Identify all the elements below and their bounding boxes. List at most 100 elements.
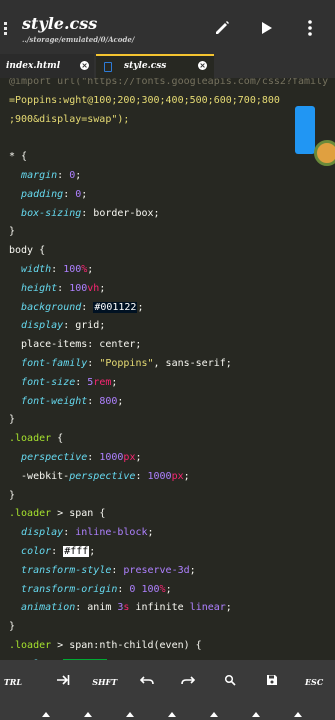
code-line[interactable]: body { [9,241,45,260]
menu-icon[interactable] [4,22,12,36]
code-token: .loader [9,640,52,651]
code-line[interactable]: margin: 0; [9,166,81,185]
code-line[interactable]: font-weight: 800; [9,392,123,411]
code-token: #fff [63,546,90,557]
code-token: transform-origin [21,583,118,595]
code-token: width [21,264,52,275]
code-line[interactable]: box-sizing: border-box; [9,204,160,223]
code-token: { [51,433,64,445]
esc-key-button[interactable]: ESC [293,674,335,690]
search-button[interactable] [209,674,251,690]
close-icon[interactable]: ✕ [198,61,207,70]
chevron-up-icon [168,712,176,717]
code-line[interactable]: =Poppins:wght@100;200;300;400;500;600;70… [9,91,280,110]
code-line[interactable]: @import url("https://fonts.googleapis.co… [9,78,328,91]
code-token: : [51,264,64,275]
code-line[interactable]: } [9,486,15,505]
code-line[interactable]: height: 100vh; [9,279,105,298]
code-token: preserve-3d [123,564,190,576]
code-line[interactable]: display: inline-block; [9,523,154,542]
code-line[interactable]: transform-origin: 0 100%; [9,580,172,599]
code-line[interactable]: width: 100%; [9,260,93,279]
code-token: 100 [63,264,82,275]
code-token: : anim [75,602,118,614]
scrollbar-thumb[interactable] [295,106,315,154]
code-token: : [135,470,148,482]
code-line[interactable]: place-items: center; [9,335,141,354]
code-token: ; [99,282,106,294]
code-line[interactable]: color: #fff; [9,542,95,561]
code-token: : [87,452,100,463]
code-token: ; [111,376,118,388]
code-token: transform-style [21,564,112,576]
code-line[interactable]: -webkit-perspective: 1000px; [9,467,190,486]
code-line[interactable]: background: #001122; [9,298,144,317]
code-line[interactable]: } [9,410,15,429]
code-line[interactable]: } [9,617,15,636]
code-token: .loader [9,508,52,520]
code-token: =Poppins:wght@100;200;300;400;500;600;70… [9,94,280,106]
play-icon[interactable] [256,18,276,38]
save-button[interactable] [251,674,293,690]
chevron-up-icon [210,712,218,717]
code-line[interactable]: display: grid; [9,316,105,335]
code-editor[interactable]: @import url("https://fonts.googleapis.co… [0,78,335,660]
code-token: ; [225,602,232,614]
code-token: animation [21,602,76,614]
tab-style-css[interactable]: style.css ✕ [96,54,214,78]
file-path: ../storage/emulated/0/Acode/ [22,35,135,44]
code-token: * { [9,151,28,163]
file-title: style.css [22,14,98,33]
code-token: : [57,170,70,181]
code-token: ; [147,527,154,539]
code-token: #001122 [93,301,138,313]
code-token: 100 [69,282,88,294]
code-line[interactable]: .loader > span:nth-child(even) { [9,636,202,655]
code-line[interactable]: perspective: 1000px; [9,448,141,467]
chevron-up-icon [42,712,50,717]
code-line[interactable]: font-size: 5rem; [9,373,117,392]
redo-button[interactable] [168,674,210,690]
undo-button[interactable] [126,674,168,690]
more-vertical-icon[interactable] [300,18,320,38]
code-token: ; [117,395,124,407]
code-line[interactable]: .loader > span { [9,504,105,523]
tab-index-html[interactable]: index.html ✕ [0,54,94,78]
code-line[interactable]: ;900&display=swap"); [9,110,129,129]
code-token: margin [21,170,58,181]
redo-icon [168,674,210,686]
chevron-up-icon [126,712,134,717]
code-token: vh [87,282,100,294]
code-token: } [9,226,16,238]
code-line[interactable]: } [9,222,15,241]
code-token: ; [189,564,196,576]
code-token: px [123,452,136,463]
code-line[interactable]: .loader { [9,429,63,448]
code-line[interactable]: * { [9,147,27,166]
code-line[interactable]: font-family: "Poppins", sans-serif; [9,354,232,373]
tab-arrow-button[interactable] [42,674,84,690]
trl-key-button[interactable]: TRL [0,674,34,690]
close-icon[interactable]: ✕ [80,61,89,70]
code-line[interactable]: animation: anim 3s infinite linear; [9,598,232,617]
code-token: background [21,301,82,313]
shft-key-button[interactable]: SHFT [84,674,126,690]
code-token: 800 [99,395,118,407]
floating-badge-icon[interactable] [314,140,335,166]
edit-icon[interactable] [212,18,232,38]
code-token: rem [93,376,112,388]
code-line[interactable]: padding: 0; [9,185,87,204]
code-token: , sans-serif; [153,358,232,369]
code-token: ; [87,264,94,275]
code-line[interactable]: transform-style: preserve-3d; [9,561,196,580]
code-token: ; [75,170,82,181]
code-token: : grid; [63,320,106,332]
